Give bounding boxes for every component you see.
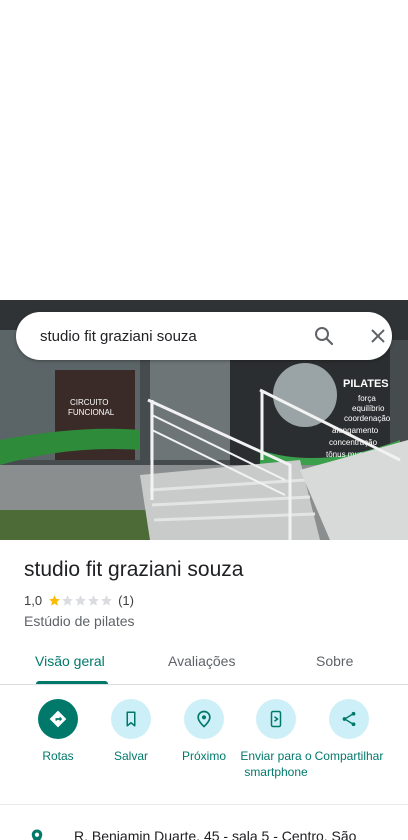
- place-category[interactable]: Estúdio de pilates: [24, 613, 135, 629]
- save-button[interactable]: Salvar: [91, 699, 171, 764]
- tab-bar: Visão geral Avaliações Sobre: [0, 640, 408, 685]
- action-label: Próximo: [181, 749, 226, 763]
- location-pin-icon: [31, 829, 43, 840]
- nearby-icon: [197, 710, 211, 728]
- rating-value: 1,0: [24, 593, 43, 608]
- action-label: Compartilhar: [314, 749, 384, 763]
- sign-left-line1: CIRCUITO: [70, 398, 109, 407]
- star-empty-icon: [75, 595, 86, 606]
- directions-button[interactable]: Rotas: [18, 699, 98, 764]
- star-empty-icon: [62, 595, 73, 606]
- rating-stars: [48, 594, 113, 607]
- star-empty-icon: [101, 595, 112, 606]
- sign-right-line: coordenação: [344, 414, 391, 423]
- sign-left-line2: FUNCIONAL: [68, 408, 115, 417]
- nearby-button[interactable]: Próximo: [164, 699, 244, 764]
- bookmark-icon: [126, 711, 136, 727]
- directions-icon: [49, 710, 67, 728]
- sign-right-line: equilíbrio: [352, 404, 385, 413]
- close-icon[interactable]: [366, 324, 390, 348]
- send-to-phone-icon: [270, 710, 282, 728]
- sign-right-line: força: [358, 394, 376, 403]
- share-icon: [342, 711, 356, 727]
- divider: [0, 804, 408, 805]
- tab-reviews[interactable]: Avaliações: [168, 653, 235, 669]
- address-row[interactable]: R. Benjamin Duarte, 45 - sala 5 - Centro…: [28, 828, 408, 840]
- search-icon[interactable]: [312, 324, 336, 348]
- action-label: Salvar: [113, 749, 148, 763]
- place-title: studio fit graziani souza: [24, 558, 244, 581]
- tab-about[interactable]: Sobre: [316, 653, 353, 669]
- share-button[interactable]: Compartilhar: [309, 699, 389, 764]
- active-tab-indicator: [36, 681, 108, 684]
- action-label: Enviar para o smartphone: [240, 749, 312, 779]
- search-bar[interactable]: studio fit graziani souza: [16, 312, 392, 360]
- map-blank-area: [0, 0, 408, 300]
- sign-right-title: PILATES: [343, 378, 389, 390]
- rating-row[interactable]: 1,0 (1): [24, 593, 134, 608]
- address-text: R. Benjamin Duarte, 45 - sala 5 - Centro…: [74, 828, 357, 840]
- review-count: (1): [118, 593, 134, 608]
- action-label: Rotas: [42, 749, 74, 763]
- send-to-phone-button[interactable]: Enviar para o smartphone: [236, 699, 316, 780]
- star-filled-icon: [49, 595, 60, 606]
- star-empty-icon: [88, 595, 99, 606]
- search-input[interactable]: studio fit graziani souza: [40, 328, 392, 345]
- tab-overview[interactable]: Visão geral: [35, 653, 105, 669]
